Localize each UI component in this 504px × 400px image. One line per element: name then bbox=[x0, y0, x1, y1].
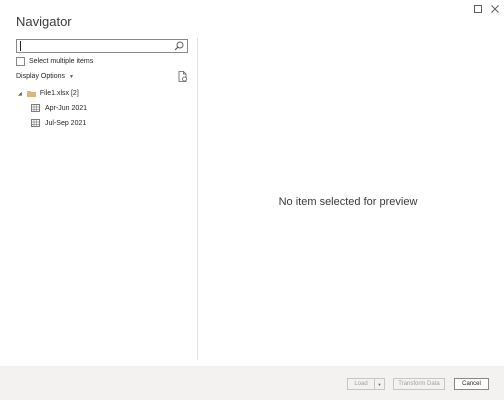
select-multiple-label: Select multiple items bbox=[29, 58, 94, 65]
chevron-down-icon: ▼ bbox=[69, 73, 74, 80]
tree-item-jul-sep-2021[interactable]: Jul-Sep 2021 bbox=[31, 119, 86, 127]
table-icon bbox=[31, 104, 40, 112]
maximize-button[interactable] bbox=[471, 2, 485, 16]
maximize-icon bbox=[474, 5, 482, 13]
transform-data-button[interactable]: Transform Data bbox=[393, 378, 445, 390]
tree-folder-label: File1.xlsx [2] bbox=[39, 90, 79, 97]
select-multiple-checkbox[interactable] bbox=[16, 57, 25, 66]
display-options-label: Display Options bbox=[16, 73, 66, 80]
search-input[interactable] bbox=[16, 39, 188, 53]
tree-item-label: Jul-Sep 2021 bbox=[45, 119, 87, 127]
table-icon bbox=[31, 119, 40, 127]
cancel-button[interactable]: Cancel bbox=[454, 378, 489, 390]
display-options-dropdown[interactable]: Display Options ▼ bbox=[16, 73, 74, 80]
search-icon[interactable] bbox=[174, 41, 184, 51]
load-split-button[interactable]: Load ▼ bbox=[347, 378, 385, 390]
folder-icon bbox=[26, 91, 36, 97]
load-dropdown-arrow[interactable]: ▼ bbox=[374, 379, 384, 389]
tree-item-apr-jun-2021[interactable]: Apr-Jun 2021 bbox=[31, 104, 87, 112]
refresh-document-icon[interactable] bbox=[177, 71, 188, 82]
close-icon bbox=[491, 5, 499, 13]
preview-message: No item selected for preview bbox=[278, 196, 418, 208]
close-button[interactable] bbox=[488, 2, 502, 16]
tree-item-label: Apr-Jun 2021 bbox=[45, 104, 88, 112]
tree-folder-file1[interactable]: ◢ File1.xlsx [2] bbox=[18, 90, 79, 97]
window-title: Navigator bbox=[16, 14, 72, 29]
load-button[interactable]: Load bbox=[348, 381, 374, 387]
select-multiple-row[interactable]: Select multiple items bbox=[16, 57, 93, 66]
text-caret bbox=[20, 41, 21, 51]
chevron-down-icon: ▼ bbox=[377, 381, 382, 387]
expand-arrow-icon[interactable]: ◢ bbox=[18, 91, 22, 97]
